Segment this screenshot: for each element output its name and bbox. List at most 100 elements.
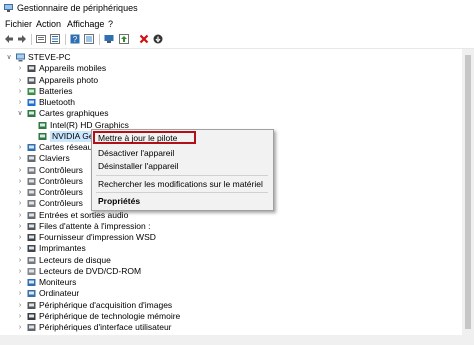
update-driver-icon[interactable]	[119, 34, 129, 44]
battery-icon	[27, 87, 36, 95]
monitor-icon	[27, 279, 36, 286]
tree-item-label: Cartes graphiques	[39, 108, 109, 119]
tree-item-label: Périphériques d'interface utilisateur	[39, 322, 172, 332]
expand-chevron-icon[interactable]: ›	[16, 243, 24, 254]
computer-icon	[27, 290, 36, 298]
expand-chevron-icon[interactable]: ›	[16, 221, 24, 232]
collapse-chevron-icon[interactable]: ∨	[5, 52, 13, 63]
memory-icon	[27, 312, 36, 320]
scan-hardware-icon[interactable]	[104, 34, 114, 44]
controller-icon	[27, 166, 36, 174]
tree-item-label: Lecteurs de disque	[39, 254, 111, 265]
menu-item-uninstall-device[interactable]: Désinstaller l'appareil	[98, 160, 179, 172]
camera-icon	[27, 76, 36, 84]
tree-item-label: Claviers	[39, 153, 70, 164]
tree-item-label: Contrôleurs	[39, 198, 83, 209]
toolbar-separator	[31, 34, 32, 45]
svg-text:?: ?	[73, 35, 78, 44]
expand-chevron-icon[interactable]: ›	[16, 142, 24, 153]
menu-action[interactable]: Action	[36, 19, 61, 29]
menu-item-properties[interactable]: Propriétés	[98, 195, 140, 207]
expand-chevron-icon[interactable]: ›	[16, 266, 24, 277]
back-arrow-icon[interactable]	[4, 34, 14, 44]
tree-item-label: Contrôleurs	[39, 187, 83, 197]
display-adapter-icon	[27, 110, 36, 118]
expand-chevron-icon[interactable]: ›	[16, 176, 24, 187]
tree-item-label: Contrôleurs	[39, 175, 83, 186]
window-title: Gestionnaire de périphériques	[17, 3, 138, 13]
tree-item-label: Cartes réseau	[39, 142, 93, 152]
tree-item-label: Appareils photo	[39, 74, 99, 85]
bluetooth-icon	[27, 99, 36, 106]
dvd-drive-icon	[27, 267, 36, 275]
menu-item-scan-changes[interactable]: Rechercher les modifications sur le maté…	[98, 178, 263, 190]
expand-chevron-icon[interactable]: ›	[16, 288, 24, 299]
device-view-icon[interactable]	[36, 34, 46, 44]
uninstall-x-icon[interactable]	[139, 34, 149, 44]
help-icon[interactable]: ?	[70, 34, 80, 44]
audio-icon	[27, 211, 36, 219]
expand-chevron-icon[interactable]: ›	[16, 86, 24, 97]
toolbar-separator	[99, 34, 100, 45]
expand-chevron-icon[interactable]: ›	[16, 187, 24, 198]
menu-help[interactable]: ?	[108, 19, 113, 29]
menu-item-disable-device[interactable]: Désactiver l'appareil	[98, 147, 174, 159]
print-queue-icon	[27, 222, 36, 230]
tree-item-label: Périphérique d'acquisition d'images	[39, 299, 173, 310]
scrollbar-thumb[interactable]	[465, 55, 471, 329]
expand-chevron-icon[interactable]: ›	[16, 277, 24, 288]
menu-separator	[96, 192, 268, 193]
menu-fichier[interactable]: Fichier	[5, 19, 32, 29]
mobile-devices-icon	[27, 65, 36, 73]
title-bar: Gestionnaire de périphériques	[0, 0, 474, 17]
disk-drive-icon	[27, 256, 36, 264]
forward-arrow-icon[interactable]	[17, 34, 27, 44]
imaging-device-icon	[27, 301, 36, 309]
horizontal-scrollbar[interactable]	[0, 335, 474, 345]
menu-affichage[interactable]: Affichage	[67, 19, 104, 29]
tree-item-label: Appareils mobiles	[39, 63, 107, 74]
tree-item-label: Moniteurs	[39, 277, 77, 287]
expand-chevron-icon[interactable]: ›	[16, 97, 24, 108]
tree-item-label: Ordinateur	[39, 288, 80, 299]
menu-bar: Fichier Action Affichage ?	[0, 17, 474, 31]
expand-chevron-icon[interactable]: ›	[16, 300, 24, 311]
tree-item-label: Contrôleurs	[39, 164, 83, 175]
expand-chevron-icon[interactable]: ›	[16, 232, 24, 243]
toolbar: ?	[0, 31, 474, 49]
printer-icon	[27, 234, 36, 241]
display-adapter-icon	[38, 132, 47, 140]
expand-chevron-icon[interactable]: ›	[16, 63, 24, 74]
network-icon	[27, 144, 36, 151]
device-manager-icon	[4, 4, 13, 12]
collapse-chevron-icon[interactable]: ∨	[16, 108, 24, 119]
tree-item-label: Fournisseur d'impression WSD	[39, 232, 156, 242]
expand-chevron-icon[interactable]: ›	[16, 198, 24, 209]
controller-icon	[27, 177, 36, 185]
tree-root-label: STEVE-PC	[28, 52, 71, 62]
tree-item-label: Entrées et sorties audio	[39, 209, 129, 220]
tree-item-label: Batteries	[39, 85, 73, 96]
tree-item-label: Périphérique de technologie mémoire	[39, 310, 181, 321]
disable-device-icon[interactable]	[153, 34, 163, 44]
menu-separator	[96, 175, 268, 176]
tree-item-label: Bluetooth	[39, 97, 75, 107]
expand-chevron-icon[interactable]: ›	[16, 311, 24, 322]
context-menu: Mettre à jour le pilote Désactiver l'app…	[91, 129, 274, 211]
expand-chevron-icon[interactable]: ›	[16, 255, 24, 266]
toolbar-separator	[65, 34, 66, 45]
expand-chevron-icon[interactable]: ›	[16, 210, 24, 221]
expand-chevron-icon[interactable]: ›	[16, 75, 24, 86]
properties-view-icon[interactable]	[84, 34, 94, 44]
vertical-scrollbar[interactable]	[462, 49, 474, 335]
expand-chevron-icon[interactable]: ›	[16, 165, 24, 176]
display-adapter-icon	[38, 121, 47, 129]
expand-chevron-icon[interactable]: ›	[16, 153, 24, 164]
list-view-icon[interactable]	[50, 34, 60, 44]
tree-item-label: Lecteurs de DVD/CD-ROM	[39, 265, 142, 276]
tree-item-label: Imprimantes	[39, 243, 86, 254]
expand-chevron-icon[interactable]: ›	[16, 322, 24, 333]
menu-item-update-driver[interactable]: Mettre à jour le pilote	[98, 132, 177, 144]
controller-icon	[27, 200, 36, 208]
computer-icon	[16, 53, 25, 62]
